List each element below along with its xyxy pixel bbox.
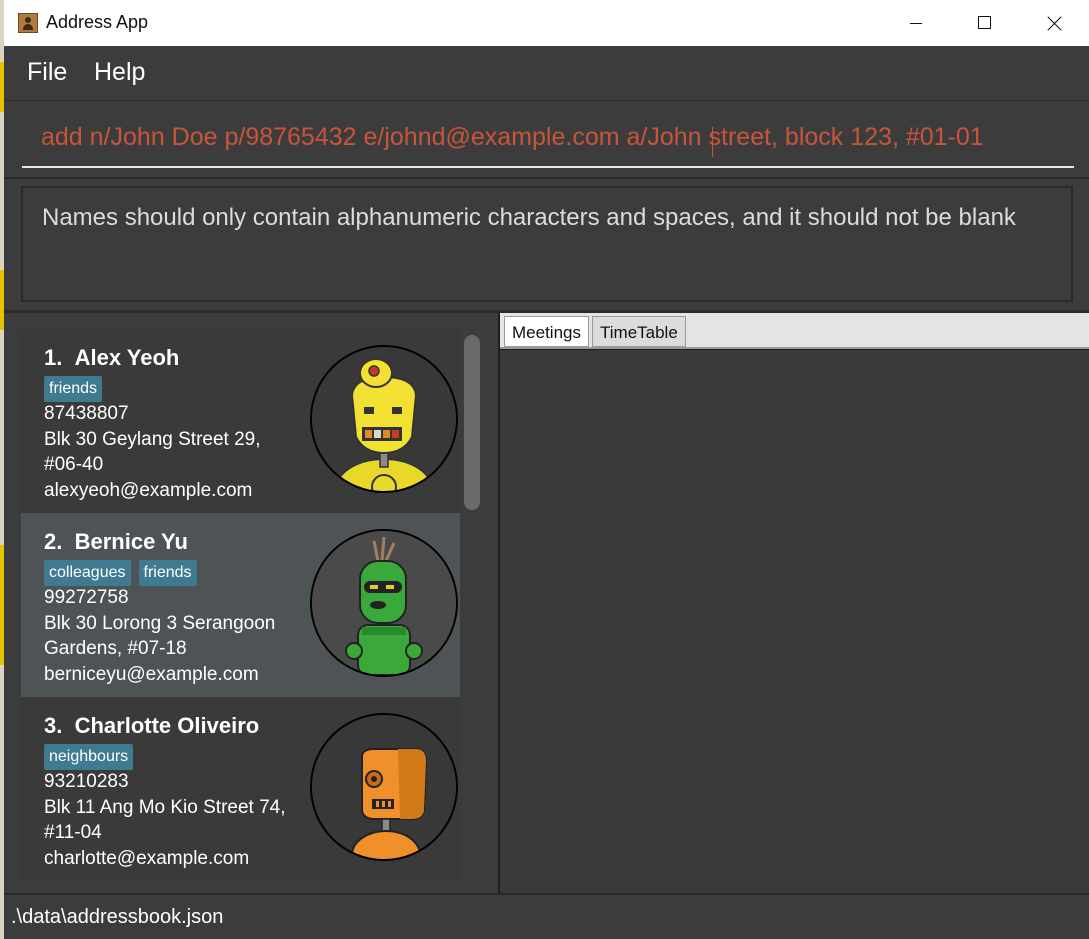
person-address-line2: Gardens, #07-18	[44, 638, 187, 659]
minimize-button[interactable]	[893, 0, 939, 46]
green-robot-icon	[310, 529, 458, 677]
person-email: alexyeoh@example.com	[44, 480, 253, 501]
tab-content-area	[500, 349, 1089, 894]
window-title: Address App	[46, 12, 149, 32]
close-button[interactable]	[1032, 0, 1078, 46]
tag-list: friends	[44, 376, 110, 402]
save-location: .\data\addressbook.json	[11, 906, 224, 928]
person-name: 1. Alex Yeoh	[44, 345, 180, 370]
person-name: 2. Bernice Yu	[44, 529, 188, 554]
person-email: charlotte@example.com	[44, 848, 250, 869]
status-bar: .\data\addressbook.json	[4, 893, 1089, 939]
tag-list: neighbours	[44, 744, 141, 770]
tab-header: Meetings TimeTable	[500, 313, 1089, 349]
address-app-window: Address App File Help add n/John Doe p/9…	[4, 0, 1089, 939]
tag: friends	[138, 560, 197, 586]
tab-pane: Meetings TimeTable	[498, 313, 1089, 894]
address-book-icon	[18, 13, 38, 33]
person-card-selected[interactable]: 2. Bernice Yu colleagues friends 99272758…	[21, 513, 460, 697]
person-address-line2: #11-04	[44, 822, 102, 843]
tab-meetings[interactable]: Meetings	[504, 316, 589, 347]
command-underline	[22, 166, 1074, 168]
person-address-line1: Blk 30 Lorong 3 Serangoon	[44, 613, 276, 634]
maximize-icon	[978, 16, 991, 29]
person-list-panel: 1. Alex Yeoh friends 87438807 Blk 30 Gey…	[4, 313, 498, 893]
tag: neighbours	[44, 744, 134, 770]
person-card[interactable]: 3. Charlotte Oliveiro neighbours 9321028…	[21, 697, 460, 881]
minimize-icon	[910, 23, 922, 24]
person-phone: 87438807	[44, 403, 129, 424]
person-address-line1: Blk 11 Ang Mo Kio Street 74,	[44, 797, 286, 818]
person-name: 3. Charlotte Oliveiro	[44, 713, 260, 738]
person-address-line2: #06-40	[44, 454, 104, 475]
result-message: Names should only contain alphanumeric c…	[42, 204, 1016, 231]
result-display[interactable]: Names should only contain alphanumeric c…	[21, 186, 1073, 302]
orange-robot-icon	[310, 713, 458, 861]
person-address-line1: Blk 30 Geylang Street 29,	[44, 429, 261, 450]
tab-timetable[interactable]: TimeTable	[592, 316, 686, 347]
command-box: add n/John Doe p/98765432 e/johnd@exampl…	[4, 101, 1089, 179]
person-phone: 99272758	[44, 587, 129, 608]
person-email: berniceyu@example.com	[44, 664, 259, 685]
tag-list: colleagues friends	[44, 560, 205, 586]
menu-file[interactable]: File	[27, 58, 67, 87]
text-cursor	[712, 127, 713, 157]
menu-help[interactable]: Help	[94, 58, 145, 87]
tag: colleagues	[44, 560, 131, 586]
person-phone: 93210283	[44, 771, 129, 792]
list-scrollbar[interactable]	[464, 335, 480, 510]
command-input[interactable]: add n/John Doe p/98765432 e/johnd@exampl…	[41, 123, 984, 152]
person-card[interactable]: 1. Alex Yeoh friends 87438807 Blk 30 Gey…	[21, 329, 460, 513]
tag: friends	[44, 376, 103, 402]
yellow-robot-icon	[310, 345, 458, 493]
menu-bar: File Help	[4, 46, 1089, 101]
title-bar: Address App	[4, 0, 1089, 46]
maximize-button[interactable]	[962, 0, 1008, 46]
